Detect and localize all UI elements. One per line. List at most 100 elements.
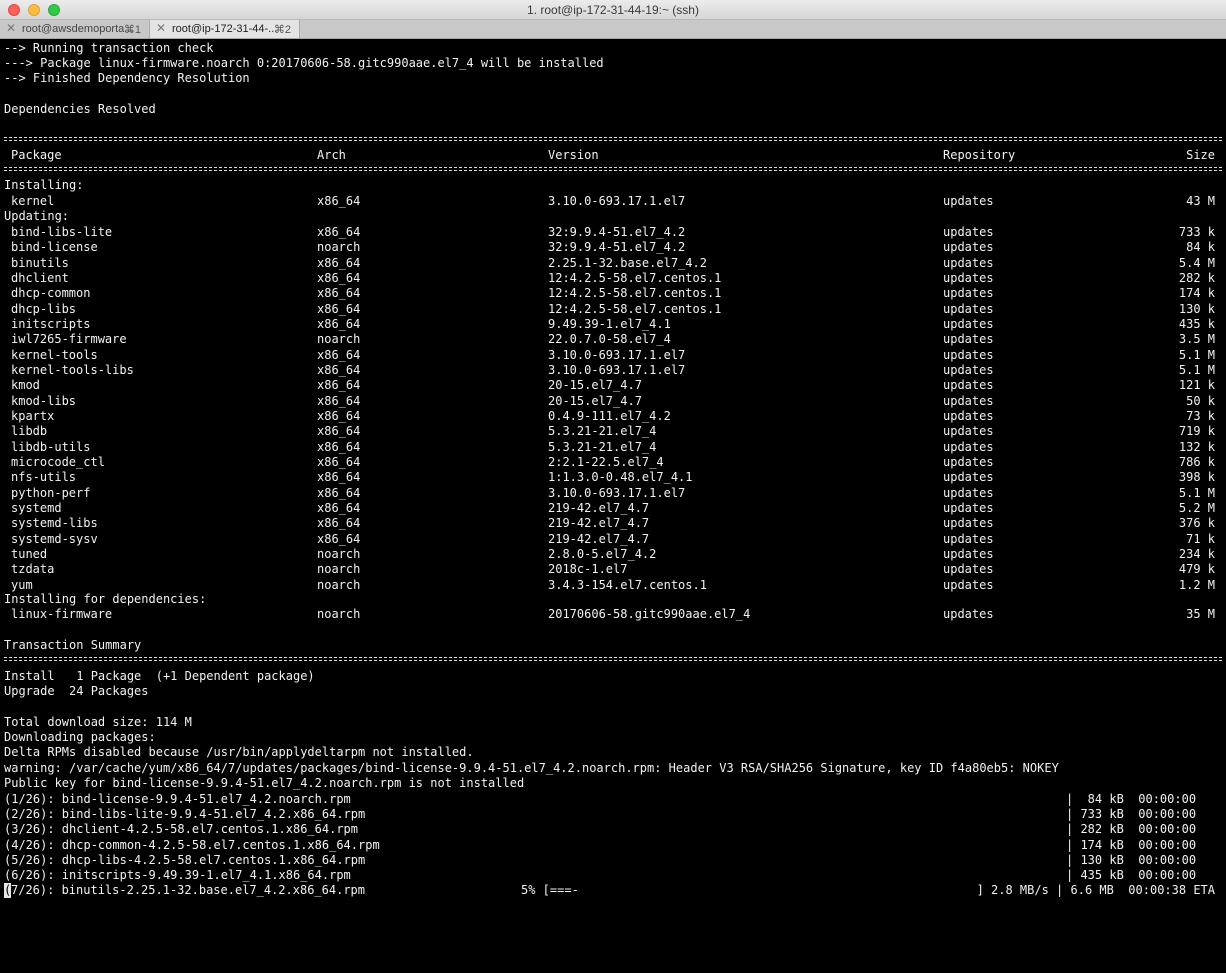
package-name: kernel-tools-libs <box>11 363 134 377</box>
download-file: (2/26): bind-libs-lite-9.9.4-51.el7_4.2.… <box>4 807 366 822</box>
package-version: 32:9.9.4-51.el7_4.2 <box>548 240 686 255</box>
progress-bar-text: 5% [===- <box>521 883 579 897</box>
section-label-updating: Updating: <box>4 209 70 223</box>
download-file: (1/26): bind-license-9.9.4-51.el7_4.2.no… <box>4 792 351 806</box>
package-repo: updates <box>943 317 994 331</box>
package-version: 219-42.el7_4.7 <box>548 516 650 531</box>
package-size: 50 k <box>1186 393 1215 408</box>
summary-title: Transaction Summary <box>4 638 142 652</box>
package-arch: x86_64 <box>317 194 361 208</box>
download-row: (3/26): dhclient-4.2.5-58.el7.centos.1.x… <box>4 822 1222 837</box>
package-repo: updates <box>943 531 994 546</box>
table-row: yum noarch 3.4.3-154.el7.centos.1 updates 1.… <box>4 578 1222 593</box>
package-size: 733 k <box>1178 225 1215 239</box>
package-version: 12:4.2.5-58.el7.centos.1 <box>548 271 722 285</box>
package-arch: x86_64 <box>317 393 361 408</box>
progress-line: ( 7/26): binutils-2.25.1-32.base.el7_4.2… <box>4 883 1222 898</box>
package-repo: updates <box>943 255 994 270</box>
package-size: 1.2 M <box>1178 577 1215 592</box>
table-row: kernel-tools-libs x86_64 3.10.0-693.17.1.e… <box>4 363 1222 378</box>
column-header-repository: Repository <box>943 148 1016 162</box>
package-arch: x86_64 <box>317 286 361 301</box>
table-row: dhcp-common x86_64 12:4.2.5-58.el7.centos.… <box>4 286 1222 301</box>
package-name: bind-license <box>11 240 98 255</box>
package-arch: x86_64 <box>317 454 361 469</box>
table-row: systemd-sysv x86_64 219-42.el7_4.7 updates 7… <box>4 532 1222 547</box>
package-version: 1:1.3.0-0.48.el7_4.1 <box>548 470 693 485</box>
output-line: Total download size: 114 M <box>4 715 192 729</box>
package-version: 219-42.el7_4.7 <box>548 500 650 515</box>
package-size: 73 k <box>1186 409 1215 423</box>
tab-label: root@awsdemoporta... <box>22 23 134 35</box>
package-repo: updates <box>943 393 994 408</box>
output-line: --> Running transaction check <box>4 41 214 55</box>
package-version: 3.10.0-693.17.1.el7 <box>548 363 686 377</box>
tab-session-2[interactable]: ✕ root@ip-172-31-44-... ⌘2 <box>150 20 300 38</box>
package-name: nfs-utils <box>11 470 77 485</box>
summary-rule <box>4 657 1222 661</box>
tab-session-1[interactable]: ✕ root@awsdemoporta... ⌘1 <box>0 20 150 38</box>
package-arch: noarch <box>317 577 361 592</box>
package-version: 0.4.9-111.el7_4.2 <box>548 409 671 423</box>
download-stats: | 282 kB 00:00:00 <box>1066 822 1197 837</box>
download-file: (4/26): dhcp-common-4.2.5-58.el7.centos.… <box>4 837 380 852</box>
package-repo: updates <box>943 485 994 500</box>
package-name: libdb-utils <box>11 439 91 454</box>
package-repo: updates <box>943 194 994 208</box>
table-row: systemd-libs x86_64 219-42.el7_4.7 updates 3… <box>4 516 1222 531</box>
close-tab-icon[interactable]: ✕ <box>6 21 16 35</box>
package-arch: noarch <box>317 332 361 347</box>
package-name: yum <box>11 577 33 592</box>
package-size: 719 k <box>1178 424 1215 439</box>
download-row: (2/26): bind-libs-lite-9.9.4-51.el7_4.2.… <box>4 807 1222 822</box>
table-header-row: Package Arch Version Repository Size <box>4 148 1222 163</box>
close-tab-icon[interactable]: ✕ <box>156 21 166 35</box>
output-line: Public key for bind-license-9.9.4-51.el7… <box>4 776 525 790</box>
package-repo: updates <box>943 409 994 423</box>
package-arch: x86_64 <box>317 301 361 316</box>
progress-stats: ] 2.8 MB/s | 6.6 MB 00:00:38 ETA <box>976 883 1215 897</box>
package-arch: x86_64 <box>317 516 361 531</box>
package-name: microcode_ctl <box>11 454 105 469</box>
table-row: python-perf x86_64 3.10.0-693.17.1.el7 upda… <box>4 486 1222 501</box>
table-row: systemd x86_64 219-42.el7_4.7 updates 5.2 M <box>4 501 1222 516</box>
table-row: iwl7265-firmware noarch 22.0.7.0-58.el7_4 u… <box>4 332 1222 347</box>
tab-shortcut: ⌘1 <box>123 24 141 36</box>
package-arch: x86_64 <box>317 500 361 515</box>
package-repo: updates <box>943 500 994 515</box>
package-name: kernel <box>11 194 55 208</box>
terminal-output[interactable]: --> Running transaction check ---> Packa… <box>4 40 1222 900</box>
download-file: (6/26): initscripts-9.49.39-1.el7_4.1.x8… <box>4 868 351 882</box>
package-arch: x86_64 <box>317 485 361 500</box>
table-row: kernel-tools x86_64 3.10.0-693.17.1.el7 upd… <box>4 348 1222 363</box>
download-file: (5/26): dhcp-libs-4.2.5-58.el7.centos.1.… <box>4 852 366 867</box>
package-size: 35 M <box>1186 607 1215 621</box>
package-repo: updates <box>943 301 994 316</box>
package-arch: x86_64 <box>317 439 361 454</box>
table-row: kernel x86_64 3.10.0-693.17.1.el7 updates 43… <box>4 194 1222 209</box>
window-title: 1. root@ip-172-31-44-19:~ (ssh) <box>527 3 699 17</box>
package-version: 2.8.0-5.el7_4.2 <box>548 546 657 561</box>
package-name: dhclient <box>11 271 69 285</box>
package-repo: updates <box>943 332 994 347</box>
package-name: dhcp-libs <box>11 301 77 316</box>
package-arch: x86_64 <box>317 424 361 439</box>
package-arch: x86_64 <box>317 225 361 239</box>
table-row: libdb-utils x86_64 5.3.21-21.el7_4 updates 1… <box>4 440 1222 455</box>
package-size: 3.5 M <box>1178 332 1215 347</box>
package-size: 5.1 M <box>1178 363 1215 377</box>
package-repo: updates <box>943 225 994 239</box>
package-arch: x86_64 <box>317 531 361 546</box>
package-size: 234 k <box>1178 546 1215 561</box>
package-arch: x86_64 <box>317 470 361 485</box>
package-name: python-perf <box>11 485 91 500</box>
download-row: (5/26): dhcp-libs-4.2.5-58.el7.centos.1.… <box>4 853 1222 868</box>
title-bar: 1. root@ip-172-31-44-19:~ (ssh) <box>0 0 1226 20</box>
output-line: warning: /var/cache/yum/x86_64/7/updates… <box>4 761 1059 775</box>
package-version: 5.3.21-21.el7_4 <box>548 439 657 454</box>
package-size: 376 k <box>1178 516 1215 531</box>
package-repo: updates <box>943 271 994 285</box>
package-repo: updates <box>943 562 994 577</box>
table-row: bind-libs-lite x86_64 32:9.9.4-51.el7_4.2 u… <box>4 225 1222 240</box>
package-version: 22.0.7.0-58.el7_4 <box>548 332 671 347</box>
